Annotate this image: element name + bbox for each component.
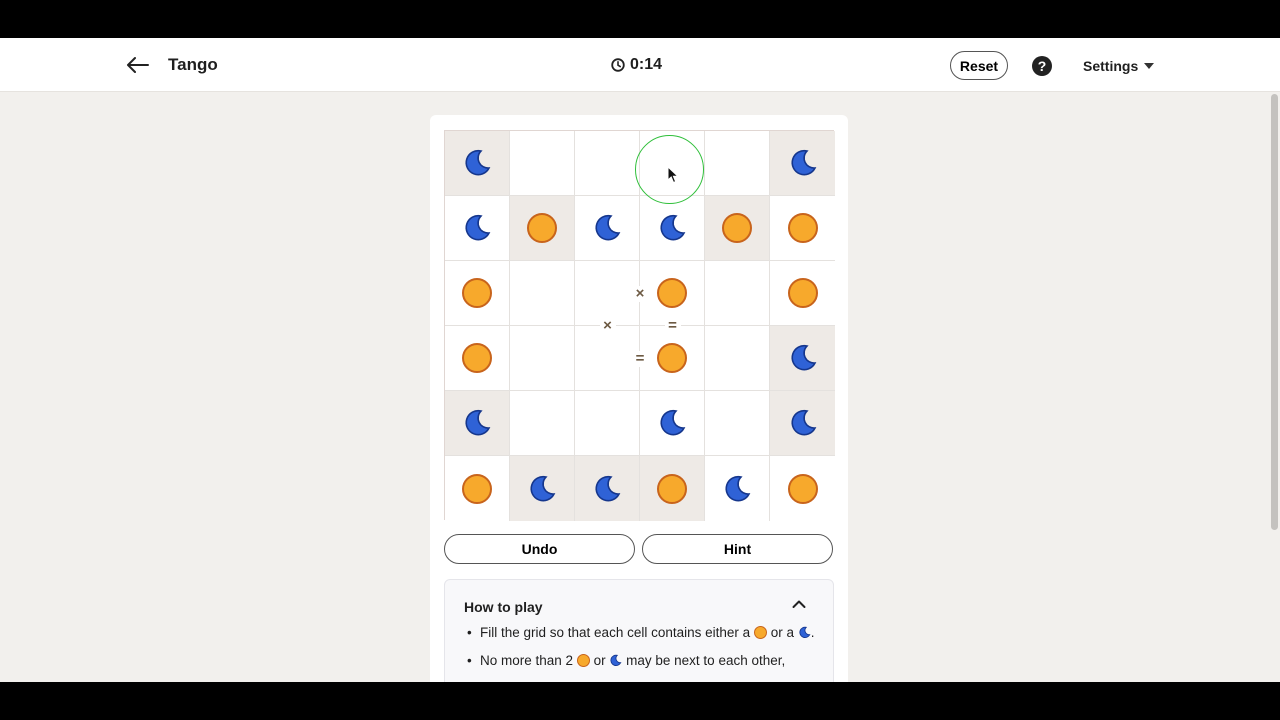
moon-icon <box>595 214 621 241</box>
game-board <box>444 130 835 521</box>
hint-button[interactable]: Hint <box>642 534 833 564</box>
board-cell-r4-c5[interactable] <box>705 326 770 391</box>
board-cell-r6-c6[interactable] <box>770 456 835 521</box>
equal-constraint: = <box>664 318 681 334</box>
board-cell-r6-c2[interactable] <box>510 456 575 521</box>
opposite-constraint: × <box>632 285 648 302</box>
opposite-constraint: × <box>599 318 616 334</box>
settings-dropdown[interactable]: Settings <box>1083 58 1155 74</box>
back-arrow-icon[interactable] <box>124 53 152 77</box>
sun-icon <box>462 278 492 308</box>
moon-icon <box>465 214 491 241</box>
clock-icon <box>611 58 625 72</box>
moon-icon <box>595 475 621 501</box>
top-bar: Tango 0:14 Reset ? Settings <box>0 38 1280 92</box>
moon-icon <box>790 409 816 436</box>
board-cell-r4-c6[interactable] <box>770 326 835 391</box>
help-icon[interactable]: ? <box>1032 56 1052 76</box>
board-cell-r3-c6[interactable] <box>770 261 835 326</box>
reset-button[interactable]: Reset <box>950 51 1008 80</box>
moon-icon <box>725 475 751 501</box>
board-cell-r4-c1[interactable] <box>445 326 510 391</box>
rule-item: No more than 2 or may be next to each ot… <box>464 653 819 669</box>
moon-icon <box>530 475 556 501</box>
board-cell-r1-c3[interactable] <box>575 131 640 196</box>
moon-icon <box>790 344 816 371</box>
moon-icon <box>799 626 811 638</box>
board-cell-r2-c2[interactable] <box>510 196 575 261</box>
moon-icon <box>465 409 491 436</box>
sun-icon <box>657 473 687 504</box>
board-cell-r6-c3[interactable] <box>575 456 640 521</box>
board-cell-r2-c3[interactable] <box>575 196 640 261</box>
sun-icon <box>787 473 818 504</box>
rules-list: Fill the grid so that each cell contains… <box>464 625 819 681</box>
board-cell-r5-c2[interactable] <box>510 391 575 456</box>
sun-icon <box>787 213 818 243</box>
board-cell-r1-c6[interactable] <box>770 131 835 196</box>
board-cell-r1-c1[interactable] <box>445 131 510 196</box>
sun-icon <box>753 626 767 639</box>
sun-icon <box>576 654 590 667</box>
board-cell-r5-c1[interactable] <box>445 391 510 456</box>
mouse-cursor-icon <box>667 166 679 184</box>
moon-icon <box>660 214 686 241</box>
board-cell-r1-c2[interactable] <box>510 131 575 196</box>
moon-icon <box>610 654 622 666</box>
timer-value: 0:14 <box>630 56 663 73</box>
caret-down-icon <box>1144 63 1155 69</box>
board-cell-r4-c2[interactable] <box>510 326 575 391</box>
sun-icon <box>527 213 557 243</box>
sun-icon <box>462 473 492 504</box>
moon-icon <box>790 149 816 176</box>
board-cell-r1-c5[interactable] <box>705 131 770 196</box>
board-cell-r2-c5[interactable] <box>705 196 770 261</box>
board-cell-r3-c5[interactable] <box>705 261 770 326</box>
sun-icon <box>722 213 752 243</box>
sun-icon <box>462 343 492 373</box>
settings-label: Settings <box>1083 58 1139 74</box>
board-cell-r6-c5[interactable] <box>705 456 770 521</box>
moon-icon <box>465 149 491 176</box>
sun-icon <box>657 278 687 308</box>
page-title: Tango <box>168 55 218 74</box>
board-cell-r3-c2[interactable] <box>510 261 575 326</box>
board-cell-r2-c4[interactable] <box>640 196 705 261</box>
chevron-up-icon[interactable] <box>792 599 806 609</box>
undo-button[interactable]: Undo <box>444 534 635 564</box>
board-cell-r6-c4[interactable] <box>640 456 705 521</box>
board-cell-r3-c1[interactable] <box>445 261 510 326</box>
board-cell-r5-c4[interactable] <box>640 391 705 456</box>
timer: 0:14 <box>611 56 662 74</box>
board-cell-r5-c3[interactable] <box>575 391 640 456</box>
game-page: Tango 0:14 Reset ? Settings × × = = Undo Hi… <box>0 38 1280 682</box>
board-cell-r2-c6[interactable] <box>770 196 835 261</box>
rule-item: Fill the grid so that each cell contains… <box>464 625 819 641</box>
board-cell-r6-c1[interactable] <box>445 456 510 521</box>
board-cell-r4-c4[interactable] <box>640 326 705 391</box>
board-cell-r2-c1[interactable] <box>445 196 510 261</box>
scrollbar[interactable] <box>1271 94 1278 530</box>
board-cell-r5-c5[interactable] <box>705 391 770 456</box>
equal-constraint: = <box>632 350 648 367</box>
board-cell-r5-c6[interactable] <box>770 391 835 456</box>
sun-icon <box>787 278 818 308</box>
how-to-play-title: How to play <box>464 599 543 615</box>
board-cell-r4-c3[interactable] <box>575 326 640 391</box>
how-to-play-panel: How to play Fill the grid so that each c… <box>444 579 834 682</box>
sun-icon <box>657 343 687 373</box>
moon-icon <box>660 409 686 436</box>
